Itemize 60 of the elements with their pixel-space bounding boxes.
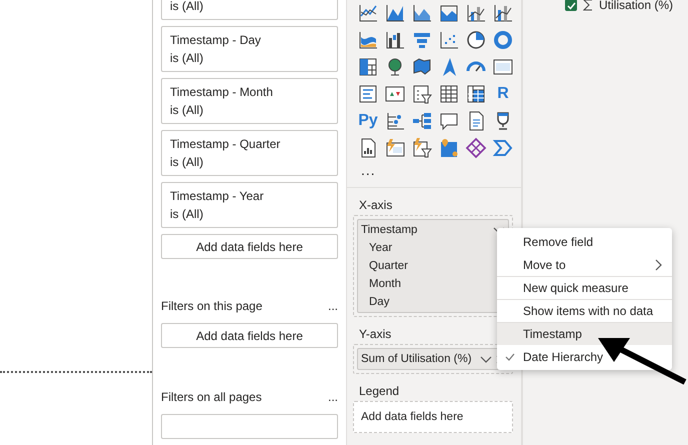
hierarchy-level: Year — [368, 241, 394, 256]
area-chart-icon[interactable] — [384, 2, 406, 24]
scatter-chart-icon[interactable] — [438, 29, 460, 51]
well-label: Y-axis — [359, 327, 392, 341]
filter-card[interactable]: Timestamp - Quarter is (All) — [161, 130, 338, 176]
filter-card[interactable]: Timestamp - Year is (All) — [161, 182, 338, 228]
map-pin-icon[interactable] — [438, 137, 460, 159]
diamond-grid-icon[interactable] — [465, 137, 487, 159]
area-chart-icon[interactable] — [411, 2, 433, 24]
well-label: X-axis — [359, 198, 394, 212]
chevron-right-icon — [655, 258, 662, 270]
hierarchy-level: Quarter — [368, 259, 409, 274]
drop-zone[interactable]: Add data fields here — [161, 323, 338, 348]
section-title: Filters on this page — [161, 298, 262, 315]
text-lines-icon[interactable] — [357, 83, 379, 105]
filter-card[interactable]: is (All) — [161, 0, 338, 20]
filter-title: Timestamp - Day — [170, 32, 262, 49]
visual-type-button[interactable]: R — [497, 83, 509, 105]
menu-item[interactable]: New quick measure — [497, 276, 672, 299]
line-chart-icon[interactable] — [357, 2, 379, 24]
chevron-logo-icon[interactable] — [492, 137, 514, 159]
filter-condition: is (All) — [170, 0, 204, 15]
filter-condition: is (All) — [170, 50, 204, 67]
sigma-icon — [583, 0, 593, 11]
menu-item[interactable]: Timestamp — [497, 322, 672, 345]
smart-card-icon[interactable] — [384, 137, 406, 159]
slicer-icon[interactable] — [411, 83, 433, 105]
more-options-button[interactable]: ... — [328, 388, 338, 406]
field-name: Utilisation (%) — [599, 0, 674, 12]
hierarchy-level: Month — [368, 277, 402, 292]
filter-condition: is (All) — [170, 154, 204, 171]
filter-condition: is (All) — [170, 206, 204, 223]
field-pill[interactable]: Timestamp Year Quarter Month Day — [357, 219, 509, 313]
table-icon[interactable] — [438, 83, 460, 105]
field-name: Sum of Utilisation (%) — [361, 352, 472, 367]
treemap-icon[interactable] — [357, 56, 379, 78]
well-label: Legend — [359, 384, 400, 398]
waterfall-chart-icon[interactable] — [384, 29, 406, 51]
more-visuals-button[interactable]: ... — [361, 163, 513, 177]
combo-chart-icon[interactable] — [465, 2, 487, 24]
donut-chart-icon[interactable] — [492, 29, 514, 51]
section-title: Filters on all pages — [161, 389, 262, 406]
smart-slicer-icon[interactable] — [411, 137, 433, 159]
check-icon — [505, 352, 515, 360]
filter-title: Timestamp - Year — [170, 188, 265, 205]
filter-card[interactable]: Timestamp - Day is (All) — [161, 26, 338, 72]
checkbox[interactable] — [565, 0, 577, 11]
hierarchy-level: Day — [368, 295, 390, 310]
decomposition-tree-icon[interactable] — [411, 110, 433, 132]
ribbon-chart-icon[interactable] — [357, 29, 379, 51]
filter-card[interactable]: Timestamp - Month is (All) — [161, 78, 338, 124]
filter-condition: is (All) — [170, 102, 204, 119]
filter-title: Timestamp - Quarter — [170, 136, 282, 153]
filter-title: Timestamp - Month — [170, 84, 274, 101]
pie-chart-icon[interactable] — [465, 29, 487, 51]
drop-zone[interactable]: Add data fields here — [161, 234, 338, 259]
combo-chart-icon[interactable] — [492, 2, 514, 24]
more-options-button[interactable]: ... — [328, 297, 338, 315]
field-name: Timestamp — [361, 223, 418, 238]
visual-type-button[interactable]: Py — [358, 110, 378, 132]
